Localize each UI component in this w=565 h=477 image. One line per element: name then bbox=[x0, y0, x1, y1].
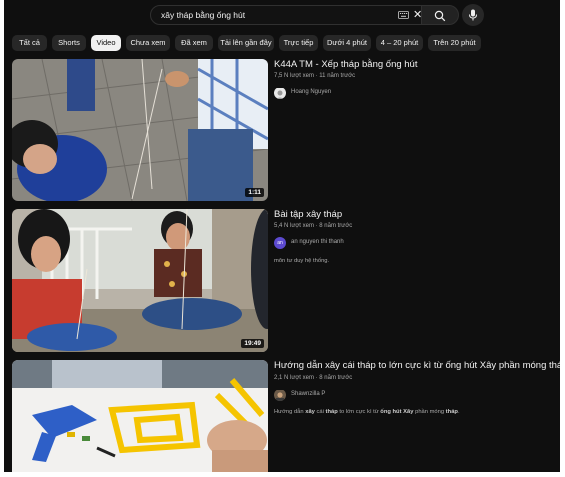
video-thumbnail-3[interactable] bbox=[12, 360, 268, 472]
chip-under-4-min[interactable]: Dưới 4 phút bbox=[323, 35, 371, 51]
channel-name[interactable]: an nguyen thi thanh bbox=[291, 239, 344, 245]
video-duration: 1:11 bbox=[245, 188, 264, 197]
video-title-1[interactable]: K44A TM - Xếp tháp bằng ống hút bbox=[274, 59, 417, 70]
search-bar: ✕ bbox=[150, 5, 460, 26]
chip-video[interactable]: Video bbox=[91, 35, 121, 51]
chip-recently-uploaded[interactable]: Tải lên gần đây bbox=[218, 35, 274, 51]
avatar[interactable]: an bbox=[274, 237, 286, 249]
chip-shorts[interactable]: Shorts bbox=[52, 35, 86, 51]
avatar[interactable] bbox=[274, 389, 286, 401]
chip-4-20-min[interactable]: 4 – 20 phút bbox=[376, 35, 423, 51]
video-thumbnail-1[interactable]: 1:11 bbox=[12, 59, 268, 201]
video-meta-2: 5,4 N lượt xem · 8 năm trước bbox=[274, 223, 353, 229]
video-description-2: môn tư duy hệ thống. bbox=[274, 258, 330, 264]
channel-name[interactable]: Hoang Nguyen bbox=[291, 89, 331, 95]
video-meta-1: 7,5 N lượt xem · 11 năm trước bbox=[274, 73, 356, 79]
chip-all[interactable]: Tất cả bbox=[12, 35, 47, 51]
chip-unwatched[interactable]: Chưa xem bbox=[126, 35, 170, 51]
video-meta-3: 2,1 N lượt xem · 8 năm trước bbox=[274, 375, 353, 381]
search-box[interactable]: ✕ bbox=[150, 5, 422, 25]
thumbnail-image bbox=[12, 59, 268, 201]
keyboard-icon[interactable] bbox=[398, 11, 409, 19]
video-title-3[interactable]: Hướng dẫn xây cái tháp to lớn cực kì từ … bbox=[274, 360, 560, 371]
thumbnail-image bbox=[12, 360, 268, 472]
voice-search-button[interactable] bbox=[462, 4, 484, 26]
chip-live[interactable]: Trực tiếp bbox=[279, 35, 318, 51]
thumbnail-image bbox=[12, 209, 268, 352]
chip-over-20-min[interactable]: Trên 20 phút bbox=[428, 35, 481, 51]
youtube-search-results: ✕ Tất cả Shorts Video Chưa xem Đã xem Tả… bbox=[4, 0, 560, 472]
avatar[interactable] bbox=[274, 87, 286, 99]
search-input[interactable] bbox=[161, 6, 381, 24]
search-icon bbox=[434, 10, 446, 22]
video-title-2[interactable]: Bài tập xây tháp bbox=[274, 209, 342, 220]
chip-watched[interactable]: Đã xem bbox=[175, 35, 213, 51]
channel-name[interactable]: Shawnzilla P bbox=[291, 391, 325, 397]
video-description-3: Hướng dẫn xây cái tháp to lớn cực kì từ … bbox=[274, 409, 460, 415]
video-thumbnail-2[interactable]: 19:49 bbox=[12, 209, 268, 352]
microphone-icon bbox=[469, 9, 477, 21]
search-button[interactable] bbox=[421, 5, 459, 25]
video-duration: 19:49 bbox=[241, 339, 264, 348]
